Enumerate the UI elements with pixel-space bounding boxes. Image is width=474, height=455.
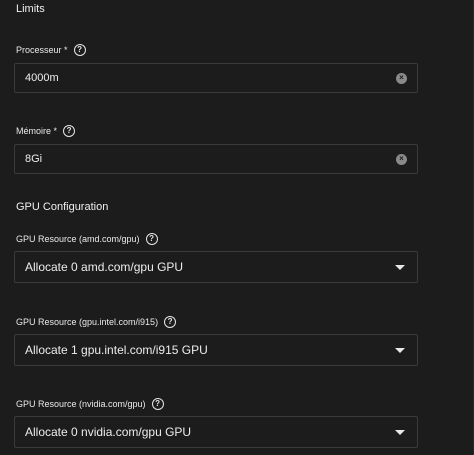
gpu-intel-select[interactable]: Allocate 1 gpu.intel.com/i915 GPU [14, 334, 418, 366]
clear-icon[interactable]: × [396, 72, 407, 84]
processor-input[interactable]: 4000m × [14, 63, 418, 93]
gpu-nvidia-label-row: GPU Resource (nvidia.com/gpu) ? [16, 398, 164, 410]
memory-label-row: Mémoire * ? [16, 125, 76, 137]
gpu-intel-value[interactable]: Allocate 1 gpu.intel.com/i915 GPU [25, 343, 395, 357]
gpu-amd-select[interactable]: Allocate 0 amd.com/gpu GPU [14, 251, 418, 283]
gpu-config-title: GPU Configuration [16, 201, 109, 213]
help-icon[interactable]: ? [164, 316, 177, 328]
chevron-down-icon[interactable] [395, 264, 405, 270]
memory-value[interactable]: 8Gi [25, 153, 396, 165]
memory-label: Mémoire * [16, 126, 58, 136]
memory-input[interactable]: 8Gi × [14, 144, 418, 174]
gpu-intel-label-row: GPU Resource (gpu.intel.com/i915) ? [16, 316, 177, 328]
limits-panel: Limits Processeur * ? 4000m × Mémoire * … [0, 0, 474, 455]
gpu-nvidia-label: GPU Resource (nvidia.com/gpu) [16, 399, 146, 409]
help-icon[interactable]: ? [63, 125, 76, 137]
gpu-intel-label: GPU Resource (gpu.intel.com/i915) [16, 317, 159, 327]
help-icon[interactable]: ? [145, 233, 158, 245]
gpu-amd-label-row: GPU Resource (amd.com/gpu) ? [16, 233, 158, 245]
gpu-nvidia-value[interactable]: Allocate 0 nvidia.com/gpu GPU [25, 425, 395, 439]
help-icon[interactable]: ? [73, 44, 86, 56]
clear-icon[interactable]: × [396, 153, 407, 165]
gpu-amd-value[interactable]: Allocate 0 amd.com/gpu GPU [25, 260, 395, 274]
gpu-nvidia-select[interactable]: Allocate 0 nvidia.com/gpu GPU [14, 416, 418, 448]
help-icon[interactable]: ? [151, 398, 164, 410]
limits-title: Limits [16, 3, 45, 15]
processor-label-row: Processeur * ? [16, 44, 86, 56]
chevron-down-icon[interactable] [395, 347, 405, 353]
gpu-amd-label: GPU Resource (amd.com/gpu) [16, 234, 140, 244]
processor-label: Processeur * [16, 45, 68, 55]
chevron-down-icon[interactable] [395, 429, 405, 435]
processor-value[interactable]: 4000m [25, 72, 396, 84]
